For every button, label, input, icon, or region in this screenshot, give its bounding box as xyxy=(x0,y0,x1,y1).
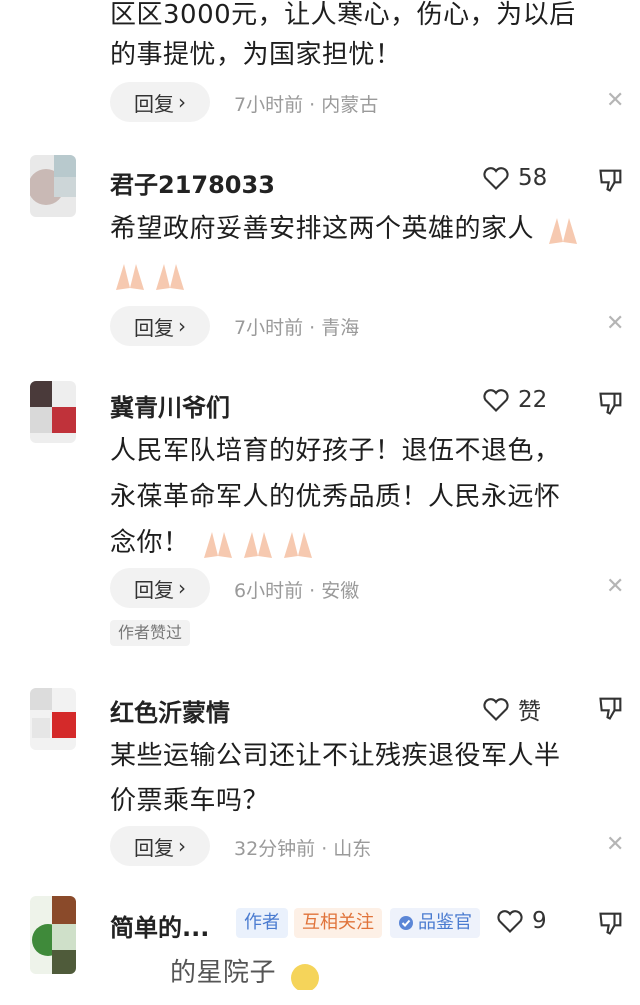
comment-text: 念你！ xyxy=(110,520,625,566)
close-icon[interactable]: ✕ xyxy=(606,832,624,857)
username[interactable]: 君子2178033 xyxy=(110,165,275,200)
comment-meta: 7小时前 · 内蒙古 xyxy=(234,94,379,116)
chevron-right-icon: › xyxy=(178,834,186,858)
like-button[interactable]: 58 xyxy=(482,165,547,191)
author-liked-badge: 作者赞过 xyxy=(110,620,191,646)
like-button[interactable]: 赞 xyxy=(482,692,541,726)
author-badge: 作者 xyxy=(236,908,288,938)
heart-icon xyxy=(483,167,509,190)
avatar[interactable] xyxy=(30,688,76,750)
verified-icon xyxy=(399,916,413,930)
emoji-face-icon xyxy=(285,958,325,992)
comment-text-line: 念你！ xyxy=(110,528,190,558)
reply-button[interactable]: 回复 › xyxy=(110,82,210,122)
comment-meta: 6小时前 · 安徽 xyxy=(234,580,360,602)
mutual-follow-badge: 互相关注 xyxy=(294,908,382,938)
username[interactable]: 红色沂蒙情 xyxy=(110,693,230,728)
comment-text: 希望政府妥善安排这两个英雄的家人 xyxy=(110,206,625,252)
comment-text-partial: 的星院子 xyxy=(170,950,370,996)
dislike-icon[interactable] xyxy=(597,909,625,941)
like-button[interactable]: 22 xyxy=(482,387,547,413)
avatar[interactable] xyxy=(30,381,76,443)
like-label: 赞 xyxy=(518,699,541,725)
like-count: 9 xyxy=(532,908,547,934)
comment-text-line: 永葆革命军人的优秀品质！人民永远怀 xyxy=(110,482,561,512)
praying-hands-icon xyxy=(238,528,278,560)
chevron-right-icon: › xyxy=(178,576,186,600)
dislike-icon[interactable] xyxy=(597,166,625,198)
praying-hands-icon xyxy=(543,214,583,246)
dislike-icon[interactable] xyxy=(597,389,625,421)
close-icon[interactable]: ✕ xyxy=(606,574,624,599)
comment-text-line: 希望政府妥善安排这两个英雄的家人 xyxy=(110,214,535,244)
praying-hands-icon xyxy=(198,528,238,560)
heart-icon xyxy=(483,698,509,721)
chevron-right-icon: › xyxy=(178,90,186,114)
reply-label: 回复 xyxy=(134,577,174,602)
dislike-icon[interactable] xyxy=(597,694,625,726)
reply-button[interactable]: 回复 › xyxy=(110,826,210,866)
avatar[interactable] xyxy=(30,155,76,217)
comment-meta: 7小时前 · 青海 xyxy=(234,317,360,339)
username[interactable]: 简单的... xyxy=(110,908,209,943)
like-count: 22 xyxy=(518,387,548,413)
comment-text-line: 某些运输公司还让不让残疾退役军人半 xyxy=(110,741,561,771)
like-button[interactable]: 9 xyxy=(496,908,547,934)
reply-label: 回复 xyxy=(134,315,174,340)
reply-button[interactable]: 回复 › xyxy=(110,568,210,608)
close-icon[interactable]: ✕ xyxy=(606,88,624,113)
reply-label: 回复 xyxy=(134,91,174,116)
emoji-row xyxy=(110,252,625,298)
close-icon[interactable]: ✕ xyxy=(606,311,624,336)
avatar[interactable] xyxy=(30,896,76,974)
comment-text-line: 人民军队培育的好孩子！退伍不退色， xyxy=(110,436,561,466)
username[interactable]: 冀青川爷们 xyxy=(110,388,230,423)
comment-text-line: 价票乘车吗？ xyxy=(110,786,270,816)
praying-hands-icon xyxy=(110,260,150,292)
reply-button[interactable]: 回复 › xyxy=(110,306,210,346)
praying-hands-icon xyxy=(150,260,190,292)
comment-text-line: 的事提忧，为国家担忧！ xyxy=(110,40,402,70)
reply-label: 回复 xyxy=(134,835,174,860)
praying-hands-icon xyxy=(278,528,318,560)
heart-icon xyxy=(483,389,509,412)
heart-icon xyxy=(497,910,523,933)
reviewer-label: 品鉴官 xyxy=(418,912,472,933)
comment-text-line: 的星院子 xyxy=(170,958,277,988)
chevron-right-icon: › xyxy=(178,314,186,338)
like-count: 58 xyxy=(518,165,548,191)
comment-meta: 32分钟前 · 山东 xyxy=(234,838,372,860)
reviewer-badge: 品鉴官 xyxy=(390,908,480,938)
